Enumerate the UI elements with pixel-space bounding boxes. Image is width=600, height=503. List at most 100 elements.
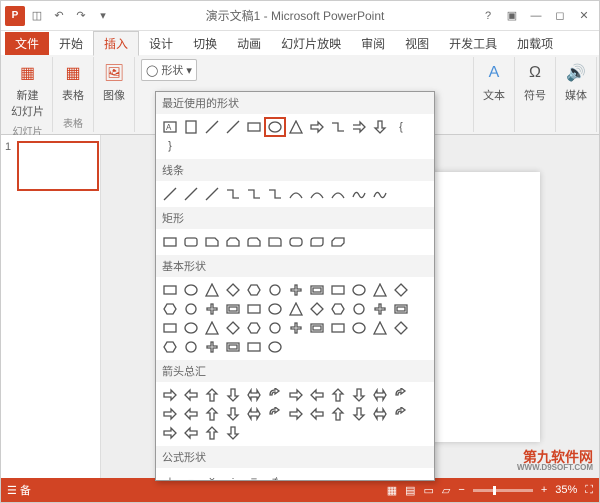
shape-basic-8[interactable] bbox=[328, 281, 348, 299]
shape-arrow-3[interactable] bbox=[223, 386, 243, 404]
shape-rect-rounddg[interactable] bbox=[307, 233, 327, 251]
shape-arrow-26[interactable] bbox=[202, 424, 222, 442]
shape-arrow-14[interactable] bbox=[202, 405, 222, 423]
minimize-button[interactable]: — bbox=[525, 6, 547, 26]
shape-plus[interactable]: + bbox=[160, 472, 180, 481]
shape-arrow-11[interactable] bbox=[391, 386, 411, 404]
shape-basic-15[interactable] bbox=[223, 300, 243, 318]
fit-icon[interactable]: ⛶ bbox=[585, 484, 593, 497]
save-button[interactable]: ◫ bbox=[27, 6, 47, 26]
shape-arrow-16[interactable] bbox=[244, 405, 264, 423]
symbol-button[interactable]: Ω 符号 bbox=[521, 59, 549, 105]
shape-basic-31[interactable] bbox=[307, 319, 327, 337]
shape-line2[interactable] bbox=[181, 185, 201, 203]
shape-rect-snip1[interactable] bbox=[202, 233, 222, 251]
redo-button[interactable]: ↷ bbox=[71, 6, 91, 26]
shape-arrow-22[interactable] bbox=[370, 405, 390, 423]
shape-basic-7[interactable] bbox=[307, 281, 327, 299]
view-normal-icon[interactable]: ▦ bbox=[387, 484, 397, 497]
shape-basic-40[interactable] bbox=[244, 338, 264, 356]
tab-addins[interactable]: 加载项 bbox=[507, 32, 563, 55]
shape-arrow-7[interactable] bbox=[307, 386, 327, 404]
shape-arrow-right[interactable] bbox=[307, 118, 327, 136]
shape-arrow-20[interactable] bbox=[328, 405, 348, 423]
shape-oval-selected[interactable] bbox=[265, 118, 285, 136]
tab-view[interactable]: 视图 bbox=[395, 32, 439, 55]
shape-freeform[interactable] bbox=[349, 185, 369, 203]
shape-basic-1[interactable] bbox=[181, 281, 201, 299]
shape-arrow-23[interactable] bbox=[391, 405, 411, 423]
undo-button[interactable]: ↶ bbox=[49, 6, 69, 26]
shape-textbox[interactable]: A bbox=[160, 118, 180, 136]
help-button[interactable]: ? bbox=[477, 6, 499, 26]
shape-elbow3[interactable] bbox=[265, 185, 285, 203]
shape-curve1[interactable] bbox=[286, 185, 306, 203]
shape-arrow-12[interactable] bbox=[160, 405, 180, 423]
shape-basic-11[interactable] bbox=[391, 281, 411, 299]
shape-arrow-4[interactable] bbox=[244, 386, 264, 404]
shape-rect-sniprnd[interactable] bbox=[244, 233, 264, 251]
shape-rect-snip2[interactable] bbox=[223, 233, 243, 251]
app-icon[interactable]: P bbox=[5, 6, 25, 26]
shape-curve3[interactable] bbox=[328, 185, 348, 203]
table-button[interactable]: ▦ 表格 bbox=[59, 59, 87, 105]
shape-basic-21[interactable] bbox=[349, 300, 369, 318]
shape-arrow-15[interactable] bbox=[223, 405, 243, 423]
view-slideshow-icon[interactable]: ▱ bbox=[442, 484, 450, 497]
shape-basic-30[interactable] bbox=[286, 319, 306, 337]
image-button[interactable]: 🖼 图像 bbox=[100, 59, 128, 105]
shape-basic-20[interactable] bbox=[328, 300, 348, 318]
shape-arrow-25[interactable] bbox=[181, 424, 201, 442]
shape-basic-41[interactable] bbox=[265, 338, 285, 356]
shape-basic-35[interactable] bbox=[391, 319, 411, 337]
shape-rect-round[interactable] bbox=[181, 233, 201, 251]
shapes-button[interactable]: ◯ 形状 ▾ bbox=[141, 59, 197, 81]
tab-review[interactable]: 审阅 bbox=[351, 32, 395, 55]
shape-basic-2[interactable] bbox=[202, 281, 222, 299]
shape-rectangle[interactable] bbox=[244, 118, 264, 136]
shape-elbow2[interactable] bbox=[244, 185, 264, 203]
ribbon-options[interactable]: ▣ bbox=[501, 6, 523, 26]
shape-basic-25[interactable] bbox=[181, 319, 201, 337]
shape-basic-16[interactable] bbox=[244, 300, 264, 318]
shape-arrow-17[interactable] bbox=[265, 405, 285, 423]
shape-rect-snipdg[interactable] bbox=[328, 233, 348, 251]
shape-arrow-21[interactable] bbox=[349, 405, 369, 423]
tab-design[interactable]: 设计 bbox=[139, 32, 183, 55]
shape-bent-arrow[interactable] bbox=[349, 118, 369, 136]
zoom-in[interactable]: + bbox=[541, 484, 547, 496]
shape-arrow-down[interactable] bbox=[370, 118, 390, 136]
shape-triangle[interactable] bbox=[286, 118, 306, 136]
shape-arrow-24[interactable] bbox=[160, 424, 180, 442]
shape-multiply[interactable]: × bbox=[202, 472, 222, 481]
shape-basic-3[interactable] bbox=[223, 281, 243, 299]
tab-developer[interactable]: 开发工具 bbox=[439, 32, 507, 55]
shape-basic-4[interactable] bbox=[244, 281, 264, 299]
shape-basic-38[interactable] bbox=[202, 338, 222, 356]
shape-arrow-10[interactable] bbox=[370, 386, 390, 404]
shape-rect-round1[interactable] bbox=[265, 233, 285, 251]
shape-curve2[interactable] bbox=[307, 185, 327, 203]
shape-line1[interactable] bbox=[160, 185, 180, 203]
shape-basic-12[interactable] bbox=[160, 300, 180, 318]
shape-basic-17[interactable] bbox=[265, 300, 285, 318]
tab-animations[interactable]: 动画 bbox=[227, 32, 271, 55]
shape-vtextbox[interactable] bbox=[181, 118, 201, 136]
shape-divide[interactable]: ÷ bbox=[223, 472, 243, 481]
zoom-slider[interactable] bbox=[473, 489, 533, 492]
shape-basic-26[interactable] bbox=[202, 319, 222, 337]
shape-basic-28[interactable] bbox=[244, 319, 264, 337]
shape-minus[interactable]: − bbox=[181, 472, 201, 481]
shape-line-arrow[interactable] bbox=[223, 118, 243, 136]
shape-basic-29[interactable] bbox=[265, 319, 285, 337]
slide-thumbnail-1[interactable] bbox=[17, 141, 99, 191]
textbox-button[interactable]: A 文本 bbox=[480, 59, 508, 105]
shape-arrow-2[interactable] bbox=[202, 386, 222, 404]
shape-arrow-13[interactable] bbox=[181, 405, 201, 423]
shape-basic-36[interactable] bbox=[160, 338, 180, 356]
view-reading-icon[interactable]: ▭ bbox=[424, 484, 434, 497]
shape-arrow-27[interactable] bbox=[223, 424, 243, 442]
shape-basic-24[interactable] bbox=[160, 319, 180, 337]
shape-basic-27[interactable] bbox=[223, 319, 243, 337]
shape-elbow1[interactable] bbox=[223, 185, 243, 203]
